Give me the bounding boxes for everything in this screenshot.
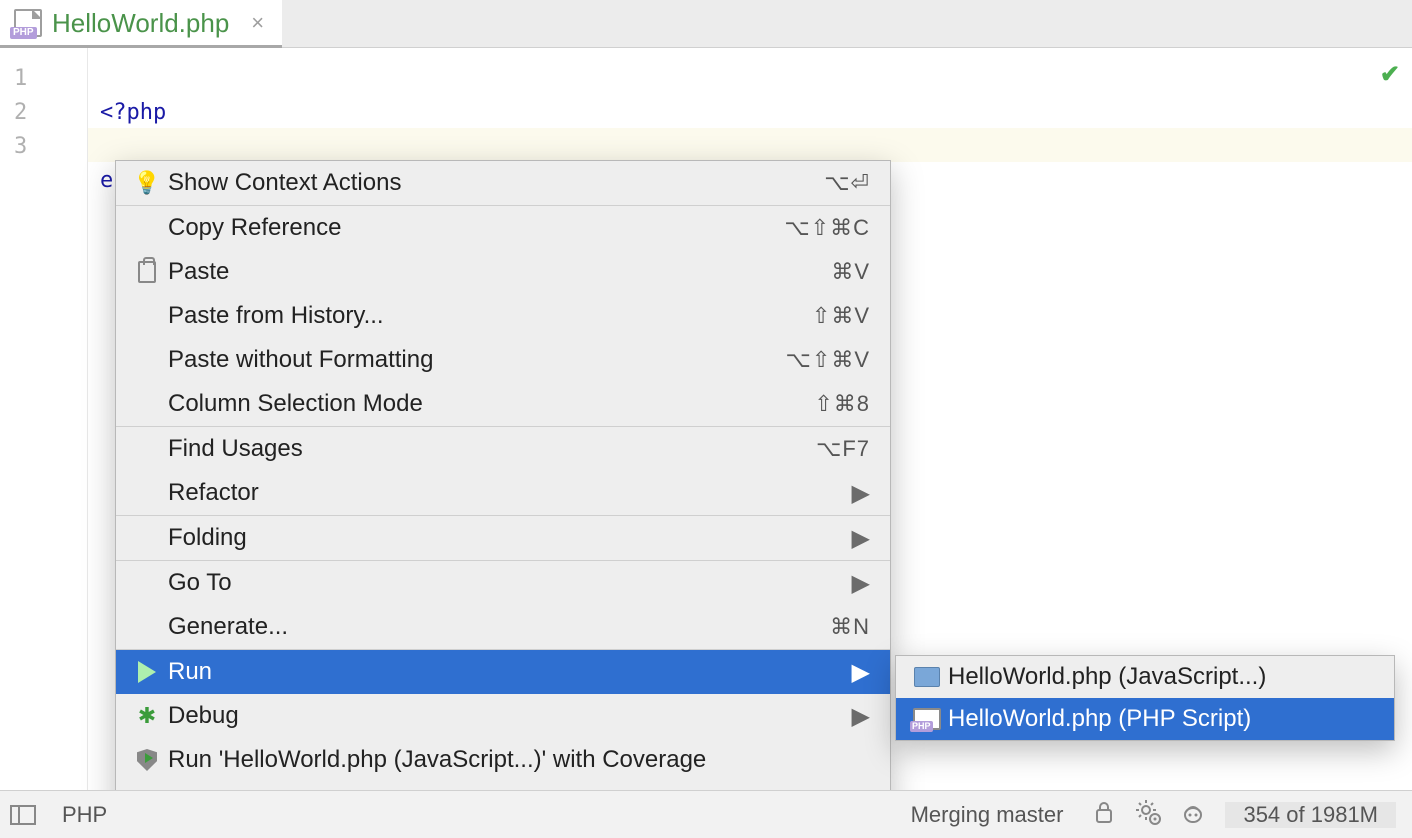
menu-item-run[interactable]: Run ▶: [116, 650, 890, 694]
submenu-item-label: HelloWorld.php (JavaScript...): [944, 663, 1266, 691]
submenu-arrow-icon: ▶: [852, 658, 870, 687]
menu-item-shortcut: ⌘N: [830, 614, 870, 640]
line-number: 2: [0, 96, 87, 130]
bulb-icon: 💡: [130, 170, 164, 196]
php-file-icon: PHP: [14, 9, 42, 37]
submenu-item-helloworld-php-javascript[interactable]: HelloWorld.php (JavaScript...): [896, 656, 1394, 698]
menu-item-folding[interactable]: Folding ▶: [116, 516, 890, 560]
memory-indicator[interactable]: 354 of 1981M: [1225, 802, 1396, 828]
editor-tabs-bar: PHP HelloWorld.php ×: [0, 0, 1412, 48]
close-tab-icon[interactable]: ×: [251, 12, 264, 34]
menu-item-copy-reference[interactable]: Copy Reference ⌥⇧⌘C: [116, 206, 890, 250]
menu-item-shortcut: ⇧⌘V: [812, 303, 870, 329]
status-php-indicator[interactable]: PHP: [52, 802, 117, 828]
submenu-arrow-icon: ▶: [852, 479, 870, 508]
menu-item-paste[interactable]: Paste ⌘V: [116, 250, 890, 294]
menu-item-shortcut: ⌘V: [831, 259, 870, 285]
menu-item-label: Paste without Formatting: [164, 346, 433, 374]
tab-helloworld-php[interactable]: PHP HelloWorld.php ×: [0, 0, 282, 47]
menu-item-show-context-actions[interactable]: 💡Show Context Actions ⌥⏎: [116, 161, 890, 205]
menu-item-shortcut: ⌥⇧⌘V: [786, 347, 870, 373]
menu-item-label: Paste: [164, 258, 229, 286]
menu-item-go-to[interactable]: Go To ▶: [116, 561, 890, 605]
lock-icon[interactable]: [1093, 800, 1115, 830]
menu-item-label: Debug: [164, 702, 239, 730]
menu-item-shortcut: ⌥⏎: [824, 170, 870, 196]
bug-icon: ✱: [130, 703, 164, 729]
menu-item-label: Paste from History...: [164, 302, 384, 330]
menu-item-label: Show Context Actions: [164, 169, 401, 197]
menu-item-run-helloworld-php-javascript-with-coverage[interactable]: Run 'HelloWorld.php (JavaScript...)' wit…: [116, 738, 890, 782]
menu-item-shortcut: ⌥F7: [816, 436, 870, 462]
menu-item-paste-from-history[interactable]: Paste from History... ⇧⌘V: [116, 294, 890, 338]
play-icon: [130, 661, 164, 683]
editor-context-menu: 💡Show Context Actions ⌥⏎ Copy Reference ⌥⇧⌘…: [115, 160, 891, 827]
menu-item-refactor[interactable]: Refactor ▶: [116, 471, 890, 515]
tab-title: HelloWorld.php: [52, 8, 229, 39]
submenu-arrow-icon: ▶: [852, 569, 870, 598]
run-submenu: HelloWorld.php (JavaScript...)PHPHelloWo…: [895, 655, 1395, 741]
menu-item-label: Folding: [164, 524, 247, 552]
clipboard-icon: [130, 261, 164, 283]
coverage-shield-icon: [130, 749, 164, 771]
menu-item-debug[interactable]: ✱Debug ▶: [116, 694, 890, 738]
menu-item-label: Copy Reference: [164, 214, 341, 242]
hector-inspector-icon[interactable]: [1181, 799, 1205, 831]
menu-item-shortcut: ⌥⇧⌘C: [784, 215, 870, 241]
memory-text: 354 of 1981M: [1243, 802, 1378, 828]
line-number: 3: [0, 130, 87, 164]
submenu-arrow-icon: ▶: [852, 524, 870, 553]
js-run-config-icon: [910, 667, 944, 687]
menu-item-label: Run 'HelloWorld.php (JavaScript...)' wit…: [164, 746, 706, 774]
php-run-config-icon: PHP: [910, 708, 944, 730]
menu-item-find-usages[interactable]: Find Usages ⌥F7: [116, 427, 890, 471]
submenu-item-label: HelloWorld.php (PHP Script): [944, 705, 1251, 733]
menu-item-label: Go To: [164, 569, 232, 597]
submenu-item-helloworld-php-php-script[interactable]: PHPHelloWorld.php (PHP Script): [896, 698, 1394, 740]
menu-item-label: Run: [164, 658, 212, 686]
menu-item-paste-without-formatting[interactable]: Paste without Formatting ⌥⇧⌘V: [116, 338, 890, 382]
status-bar: PHP Merging master 354 of 1981M: [0, 790, 1412, 838]
submenu-arrow-icon: ▶: [852, 702, 870, 731]
status-vcs-merging[interactable]: Merging master: [901, 802, 1074, 828]
line-number: 1: [0, 62, 87, 96]
menu-item-label: Column Selection Mode: [164, 390, 423, 418]
inspection-ok-icon[interactable]: ✔: [1380, 60, 1400, 89]
menu-item-label: Refactor: [164, 479, 259, 507]
settings-gear-icon[interactable]: [1135, 799, 1161, 831]
tool-window-icon[interactable]: [10, 805, 36, 825]
code-token: <?php: [100, 100, 166, 125]
menu-item-label: Find Usages: [164, 435, 303, 463]
menu-item-label: Generate...: [164, 613, 288, 641]
menu-item-column-selection-mode[interactable]: Column Selection Mode ⇧⌘8: [116, 382, 890, 426]
menu-item-generate[interactable]: Generate... ⌘N: [116, 605, 890, 649]
line-number-gutter[interactable]: 1 2 3: [0, 48, 88, 790]
menu-item-shortcut: ⇧⌘8: [814, 391, 870, 417]
